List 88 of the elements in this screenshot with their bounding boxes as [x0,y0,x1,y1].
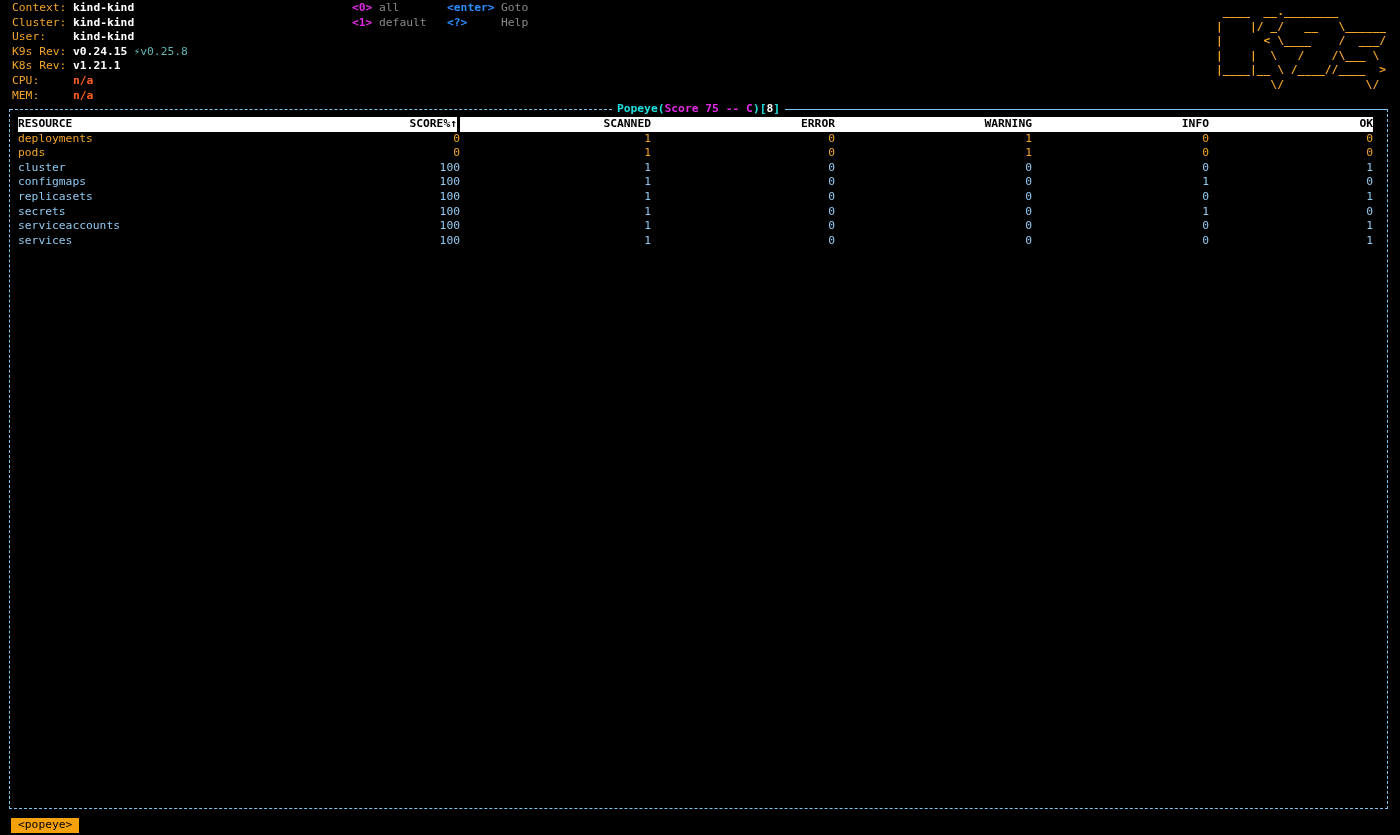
table-cell-text: 1 [1201,204,1209,220]
table-cell-text: 1 [1365,219,1373,234]
info-label: Cluster: [12,15,68,31]
shortcut-action: all [379,1,400,16]
table-cell[interactable]: services [18,233,378,249]
table-cell[interactable]: deployments [18,131,378,147]
table-cell-text: 0 [1365,131,1373,147]
info-label: CPU: [12,73,41,89]
shortcut-key: <0> [352,1,379,16]
table-cell-text: 0 [827,160,835,176]
table-cell-text: 1 [1201,175,1209,190]
info-label: K8s Rev: [12,59,68,74]
table-cell-text: 0 [827,219,835,234]
table-cell[interactable]: serviceaccounts [18,219,378,234]
table-cell-text: 0 [452,146,460,161]
info-value: n/a [73,88,94,104]
table-cell-text: 0 [1024,189,1032,205]
table-cell-text: 1 [643,189,651,205]
table-cell-text: 1 [643,204,651,220]
table-cell-text: 100 [438,175,460,190]
table-cell-text: 0 [827,146,835,161]
shortcut-action: Goto [501,1,529,16]
shortcut-action: Help [501,15,529,31]
table-cell-text: 1 [643,175,651,190]
column-header[interactable]: OK [1209,117,1373,132]
info-value: v0.24.15 [73,44,128,60]
table-cell-text: 0 [1201,131,1209,147]
table-cell[interactable]: pods [18,146,378,161]
info-value: n/a [73,73,94,89]
table-cell-text: 100 [438,204,460,220]
table-cell-text: 1 [643,160,651,176]
table-cell-text: 1 [1365,160,1373,176]
table-cell-text: 1 [643,233,651,249]
table-cell-text: 0 [1201,189,1209,205]
table-cell-text: 0 [827,175,835,190]
info-label: MEM: [12,88,41,104]
table-cell-text: 0 [1024,175,1032,190]
table-cell-text: 1 [643,146,651,161]
table-cell-text: 1 [1365,189,1373,205]
table-cell-text: 0 [1201,233,1209,249]
info-value: kind-kind [73,1,135,16]
info-label: Context: [12,1,68,16]
table-cell-text: 100 [438,189,460,205]
table-cell-text: 0 [1024,233,1032,249]
table-cell-text: 0 [827,233,835,249]
column-header[interactable]: SCORE%↑ [378,117,460,132]
table-cell[interactable]: secrets [18,204,378,220]
info-label: User: [12,30,47,45]
column-header[interactable]: INFO [1032,117,1209,132]
table-cell-text: 0 [1365,175,1373,190]
column-header[interactable]: ERROR [651,117,835,132]
table-cell-text: 0 [1365,146,1373,161]
table-cell-text: 1 [643,219,651,234]
column-header[interactable]: WARNING [835,117,1032,132]
info-value: kind-kind [73,30,135,45]
info-value: v1.21.1 [73,59,121,74]
table-cell-text: 0 [827,204,835,220]
table-cell[interactable]: cluster [18,160,378,176]
table-cell-text: 0 [1024,204,1032,220]
ascii-logo: ____ __.________ | |/ _/ __ \______ | < \____ / ___/ | | \ / /\___ \ |____|__ \ /____//____ > \/ \/ [1215,5,1387,93]
table-cell-text: 1 [1365,233,1373,249]
table-cell-text: 1 [1024,146,1032,161]
table-cell-text: 0 [1201,219,1209,234]
column-header[interactable]: SCANNED [460,117,651,132]
table-cell-text: 100 [438,233,460,249]
table-cell-text: 0 [1201,146,1209,161]
table-cell[interactable]: configmaps [18,175,378,190]
table-cell-text: 0 [1365,204,1373,220]
table-cell-text: 1 [1024,131,1032,147]
shortcut-action: default [379,15,427,31]
upgrade-version: ⚡v0.25.8 [133,44,188,60]
shortcut-key: <1> [352,15,379,31]
table-cell-text: 0 [827,189,835,205]
info-value: kind-kind [73,15,135,31]
table-cell-text: 0 [827,131,835,147]
table-cell-text: 100 [438,219,460,234]
table-cell-text: 1 [643,131,651,147]
table-cell-text: 0 [1024,160,1032,176]
shortcut-key: <enter> [447,1,501,16]
table-cell-text: 0 [1024,219,1032,234]
table-cell[interactable]: replicasets [18,189,378,205]
info-label: K9s Rev: [12,44,68,60]
table-cell-text: 100 [438,160,460,176]
table-cell-text: 0 [1201,160,1209,176]
table-cell-text: 0 [452,131,460,147]
column-header[interactable]: RESOURCE [18,117,378,132]
shortcut-key: <?> [447,15,501,31]
breadcrumb: <popeye> [11,818,80,833]
